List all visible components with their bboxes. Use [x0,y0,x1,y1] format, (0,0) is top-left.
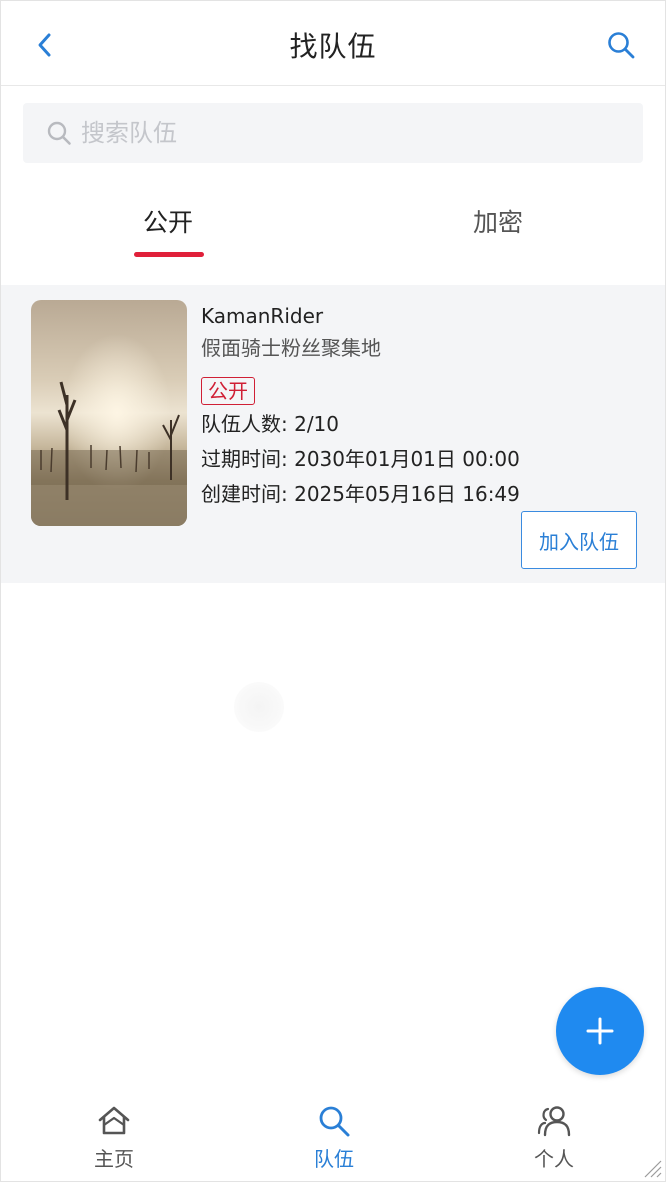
header-search-button[interactable] [603,27,639,63]
loading-indicator [234,682,284,732]
create-team-button[interactable] [556,987,644,1075]
tab-bar: 公开 加密 [1,181,665,261]
app-frame: 找队伍 公开 加密 [0,0,666,1182]
tab-public[interactable]: 公开 [143,203,193,239]
nav-label-team: 队伍 [314,1147,354,1171]
resize-grip-icon[interactable] [641,1157,663,1179]
search-bar [23,103,643,163]
bottom-nav: 主页 队伍 个人 [1,1093,665,1181]
header: 找队伍 [1,1,665,86]
status-badge: 公开 [201,377,255,405]
team-avatar-image [31,300,187,526]
team-expire-time: 过期时间: 2030年01月01日 00:00 [201,447,520,471]
team-description: 假面骑士粉丝聚集地 [201,336,381,360]
page-title: 找队伍 [289,30,377,63]
nav-item-home[interactable]: 主页 [54,1103,174,1171]
nav-label-home: 主页 [94,1147,134,1171]
search-icon [45,119,73,147]
search-input[interactable] [79,118,603,148]
team-card[interactable]: KamanRider 假面骑士粉丝聚集地 公开 队伍人数: 2/10 过期时间:… [1,285,665,583]
team-create-time: 创建时间: 2025年05月16日 16:49 [201,482,520,506]
nav-item-team[interactable]: 队伍 [274,1103,394,1171]
tab-encrypted[interactable]: 加密 [473,203,523,239]
home-icon [98,1106,130,1135]
plus-icon [586,1017,614,1045]
active-tab-indicator [134,252,204,257]
join-team-button[interactable]: 加入队伍 [521,511,637,569]
team-member-count: 队伍人数: 2/10 [201,412,340,436]
nav-label-me: 个人 [534,1147,574,1171]
user-group-icon [537,1106,571,1137]
search-icon [608,32,635,59]
search-icon [319,1106,350,1137]
nav-item-me[interactable]: 个人 [494,1103,614,1171]
team-info: KamanRider 假面骑士粉丝聚集地 公开 队伍人数: 2/10 过期时间:… [201,303,641,507]
team-name: KamanRider [201,304,324,328]
